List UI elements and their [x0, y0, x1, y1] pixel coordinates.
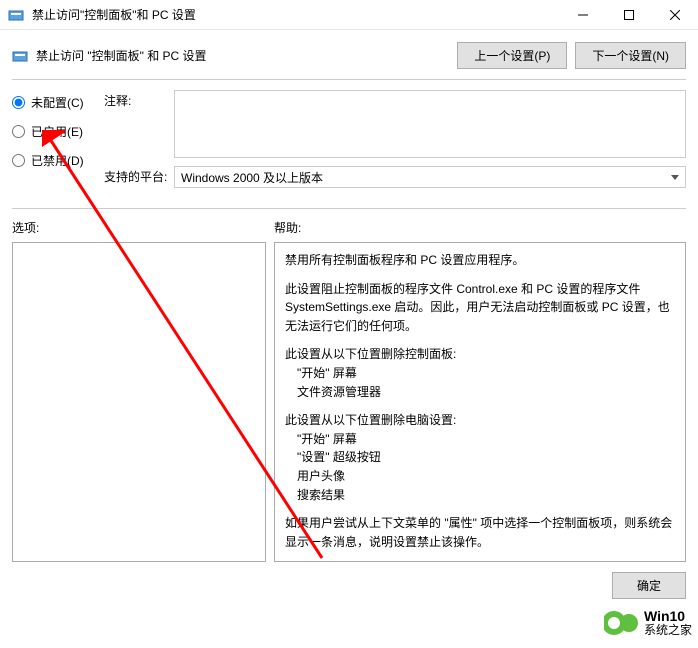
next-setting-button[interactable]: 下一个设置(N) — [575, 42, 686, 69]
help-text: 如果用户尝试从上下文菜单的 "属性" 项中选择一个控制面板项，则系统会显示一条消… — [285, 514, 675, 551]
help-text: 此设置从以下位置删除控制面板: "开始" 屏幕 文件资源管理器 — [285, 345, 675, 401]
watermark-line2: 系统之家 — [644, 624, 692, 637]
radio-enabled-label: 已启用(E) — [31, 123, 83, 140]
supported-label: 支持的平台: — [104, 166, 174, 188]
supported-on-select[interactable]: Windows 2000 及以上版本 — [174, 166, 686, 188]
policy-icon — [8, 7, 24, 23]
header-row: 禁止访问 "控制面板" 和 PC 设置 上一个设置(P) 下一个设置(N) — [0, 30, 698, 69]
maximize-button[interactable] — [606, 0, 652, 29]
options-panel — [12, 242, 266, 562]
help-text: 此设置从以下位置删除电脑设置: "开始" 屏幕 "设置" 超级按钮 用户头像 搜… — [285, 411, 675, 504]
comment-label: 注释: — [104, 90, 174, 158]
radio-enabled[interactable] — [12, 125, 25, 138]
close-button[interactable] — [652, 0, 698, 29]
comment-input[interactable] — [174, 90, 686, 158]
options-label: 选项: — [12, 219, 274, 236]
radio-disabled[interactable] — [12, 154, 25, 167]
radio-disabled-label: 已禁用(D) — [31, 152, 84, 169]
watermark-line1: Win10 — [644, 609, 692, 624]
ok-button[interactable]: 确定 — [612, 572, 686, 599]
previous-setting-button[interactable]: 上一个设置(P) — [457, 42, 567, 69]
window-title: 禁止访问"控制面板"和 PC 设置 — [32, 6, 560, 23]
help-text: 禁用所有控制面板程序和 PC 设置应用程序。 — [285, 251, 675, 270]
supported-on-value: Windows 2000 及以上版本 — [181, 171, 323, 185]
watermark-icon — [604, 606, 638, 640]
separator — [12, 208, 686, 209]
help-text: 此设置阻止控制面板的程序文件 Control.exe 和 PC 设置的程序文件 … — [285, 280, 675, 336]
help-panel: 禁用所有控制面板程序和 PC 设置应用程序。 此设置阻止控制面板的程序文件 Co… — [274, 242, 686, 562]
watermark: Win10 系统之家 — [598, 602, 698, 644]
help-label: 帮助: — [274, 219, 301, 236]
radio-not-configured[interactable] — [12, 96, 25, 109]
policy-icon — [12, 48, 28, 64]
titlebar: 禁止访问"控制面板"和 PC 设置 — [0, 0, 698, 30]
minimize-button[interactable] — [560, 0, 606, 29]
policy-name: 禁止访问 "控制面板" 和 PC 设置 — [36, 47, 449, 64]
radio-not-configured-label: 未配置(C) — [31, 94, 84, 111]
